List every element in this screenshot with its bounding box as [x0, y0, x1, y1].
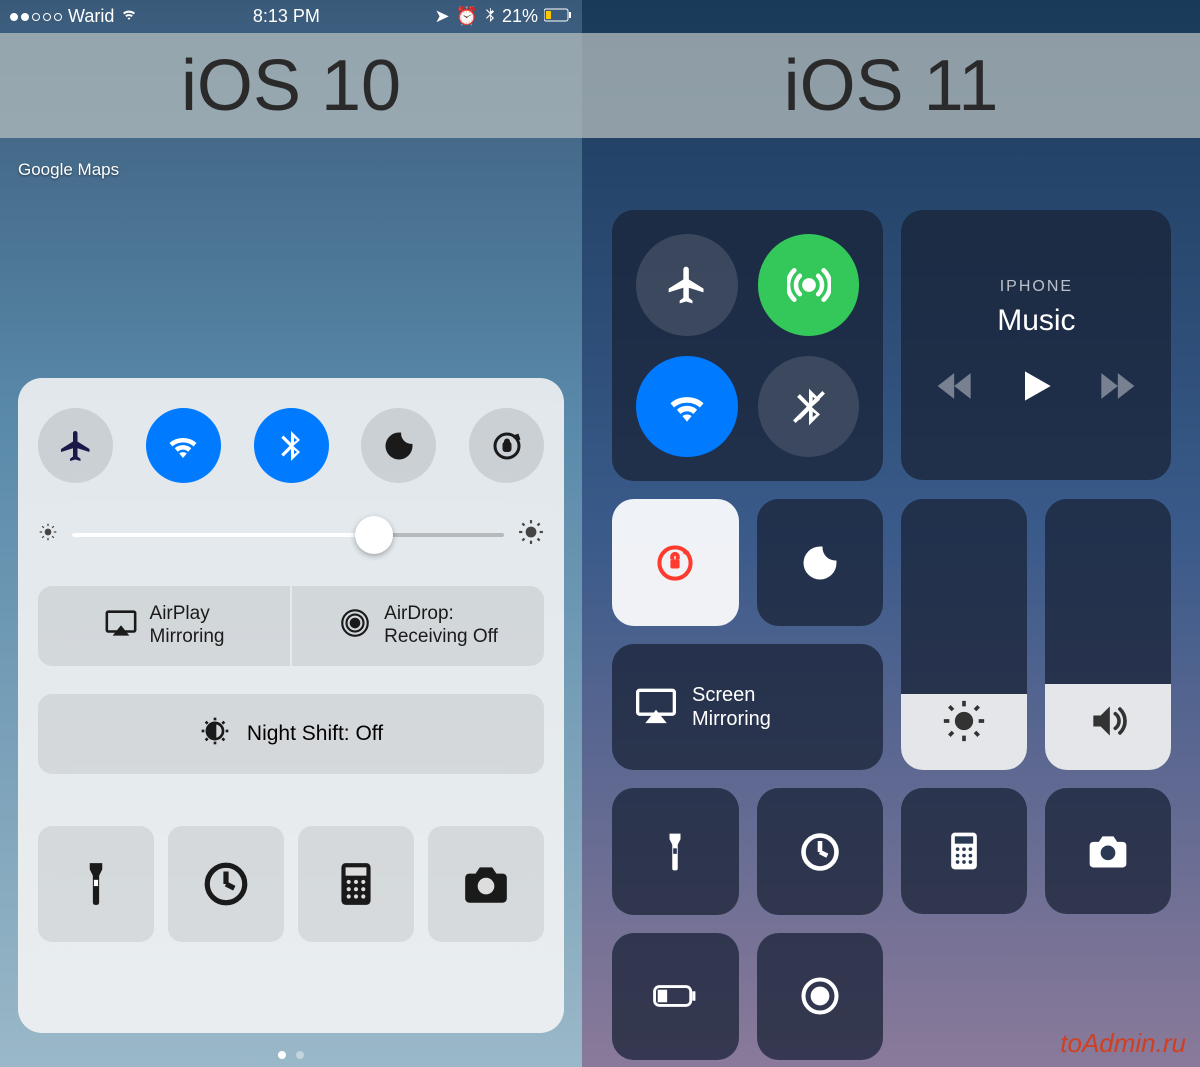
status-time: 8:13 PM [253, 6, 320, 27]
flashlight-button[interactable] [38, 826, 154, 942]
carrier-label: Warid [68, 6, 114, 27]
screen-mirroring-label: Screen Mirroring [692, 683, 771, 731]
screen-mirroring-button[interactable]: Screen Mirroring [612, 644, 883, 770]
brightness-slider[interactable] [38, 519, 544, 550]
brightness-thumb[interactable] [355, 516, 393, 554]
airdrop-icon [338, 606, 372, 647]
airplay-icon [104, 608, 138, 645]
timer-button[interactable] [168, 826, 284, 942]
status-bar: Warid 8:13 PM ➤ ⏰ 21% [0, 0, 582, 33]
nightshift-icon [199, 715, 231, 753]
dnd-toggle[interactable] [361, 408, 436, 483]
airplay-label: AirPlay Mirroring [150, 603, 225, 649]
play-icon[interactable] [1014, 364, 1058, 413]
comparison-title-right: iOS 11 [582, 33, 1200, 138]
volume-slider[interactable] [1045, 499, 1171, 770]
brightness-icon [942, 699, 986, 748]
rotation-lock-toggle[interactable] [612, 499, 739, 626]
camera-button[interactable] [1045, 788, 1171, 914]
airdrop-label: AirDrop: Receiving Off [384, 603, 498, 649]
rotation-lock-toggle[interactable] [469, 408, 544, 483]
home-app-label: Google Maps [18, 160, 119, 180]
bluetooth-toggle[interactable] [758, 356, 860, 458]
airplay-icon [634, 683, 678, 732]
page-indicator [278, 1051, 304, 1059]
bluetooth-toggle[interactable] [254, 408, 329, 483]
brightness-high-icon [518, 519, 544, 550]
nightshift-button[interactable]: Night Shift: Off [38, 694, 544, 774]
dnd-toggle[interactable] [757, 499, 884, 626]
brightness-low-icon [38, 522, 58, 547]
prev-track-icon[interactable] [934, 364, 978, 413]
calculator-button[interactable] [901, 788, 1027, 914]
connectivity-group [612, 210, 883, 481]
airplane-toggle[interactable] [636, 234, 738, 336]
comparison-title-left: iOS 10 [0, 33, 582, 138]
bluetooth-status-icon [484, 6, 496, 27]
camera-button[interactable] [428, 826, 544, 942]
low-power-button[interactable] [612, 933, 739, 1060]
media-title: Music [997, 304, 1075, 338]
cellular-toggle[interactable] [758, 234, 860, 336]
timer-button[interactable] [757, 788, 884, 915]
flashlight-button[interactable] [612, 788, 739, 915]
alarm-status-icon: ⏰ [456, 6, 478, 27]
airplane-toggle[interactable] [38, 408, 113, 483]
wifi-toggle[interactable] [146, 408, 221, 483]
battery-icon [544, 6, 572, 27]
media-playback-tile[interactable]: IPHONE Music [901, 210, 1171, 480]
media-subtitle: IPHONE [1000, 278, 1073, 296]
calculator-button[interactable] [298, 826, 414, 942]
nightshift-label: Night Shift: Off [247, 722, 383, 746]
screen-record-button[interactable] [757, 933, 884, 1060]
control-center-ios11: IPHONE Music Screen Mirroring [612, 210, 1170, 1057]
next-track-icon[interactable] [1094, 364, 1138, 413]
wifi-toggle[interactable] [636, 356, 738, 458]
location-status-icon: ➤ [434, 6, 449, 27]
volume-icon [1086, 699, 1130, 748]
watermark: toAdmin.ru [1060, 1028, 1186, 1059]
battery-pct: 21% [502, 6, 538, 27]
airdrop-button[interactable]: AirDrop: Receiving Off [292, 586, 544, 666]
control-center-ios10: AirPlay Mirroring AirDrop: Receiving Off… [18, 378, 564, 1033]
signal-dots-icon [10, 13, 62, 21]
brightness-slider[interactable] [901, 499, 1027, 770]
wifi-status-icon [120, 5, 138, 28]
airplay-button[interactable]: AirPlay Mirroring [38, 586, 290, 666]
